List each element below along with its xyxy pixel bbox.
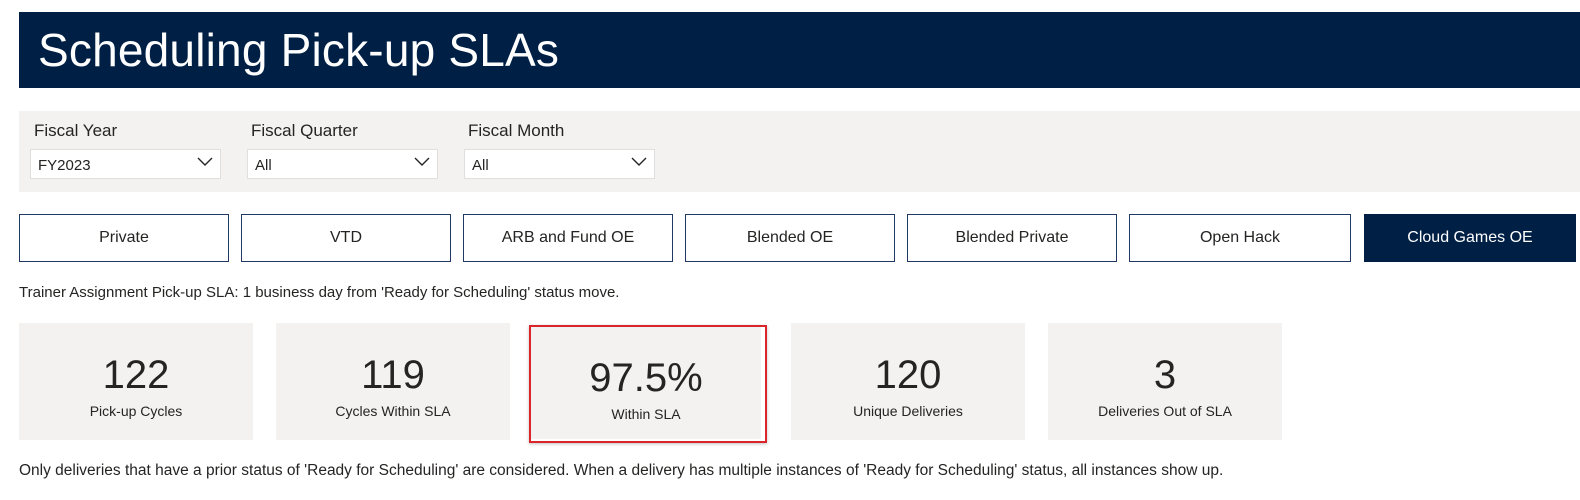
page-header: Scheduling Pick-up SLAs <box>19 12 1580 88</box>
chevron-down-icon <box>631 157 647 166</box>
fiscal-quarter-value: All <box>255 157 272 174</box>
footer-note: Only deliveries that have a prior status… <box>19 462 1224 479</box>
kpi-card-unique-deliveries: 120 Unique Deliveries <box>791 323 1025 440</box>
kpi-card-within-sla: 97.5% Within SLA <box>531 326 761 439</box>
filter-bar: Fiscal Year FY2023 Fiscal Quarter All Fi… <box>19 111 1580 192</box>
fiscal-year-dropdown[interactable]: FY2023 <box>30 149 221 179</box>
tab-arb-and-fund-oe[interactable]: ARB and Fund OE <box>463 214 673 262</box>
fiscal-month-label: Fiscal Month <box>468 121 565 140</box>
kpi-card-pickup-cycles: 122 Pick-up Cycles <box>19 323 253 440</box>
kpi-label: Cycles Within SLA <box>335 403 451 419</box>
kpi-label: Within SLA <box>611 406 681 422</box>
fiscal-year-label: Fiscal Year <box>34 121 118 140</box>
fiscal-month-dropdown[interactable]: All <box>464 149 655 179</box>
kpi-label: Deliveries Out of SLA <box>1098 403 1232 419</box>
fiscal-quarter-label: Fiscal Quarter <box>251 121 358 140</box>
chevron-down-icon <box>414 157 430 166</box>
tab-blended-private[interactable]: Blended Private <box>907 214 1117 262</box>
kpi-label: Pick-up Cycles <box>89 403 183 419</box>
kpi-value: 3 <box>1153 353 1177 397</box>
kpi-card-deliveries-out-of-sla: 3 Deliveries Out of SLA <box>1048 323 1282 440</box>
kpi-card-cycles-within-sla: 119 Cycles Within SLA <box>276 323 510 440</box>
fiscal-month-value: All <box>472 157 489 174</box>
kpi-value: 122 <box>102 353 170 397</box>
page-title: Scheduling Pick-up SLAs <box>38 24 560 76</box>
tab-vtd[interactable]: VTD <box>241 214 451 262</box>
kpi-value: 119 <box>361 353 425 397</box>
tab-cloud-games-oe[interactable]: Cloud Games OE <box>1364 214 1576 262</box>
chevron-down-icon <box>197 157 213 166</box>
fiscal-quarter-dropdown[interactable]: All <box>247 149 438 179</box>
sla-definition-note: Trainer Assignment Pick-up SLA: 1 busine… <box>19 284 620 301</box>
kpi-label: Unique Deliveries <box>853 403 963 419</box>
tab-private[interactable]: Private <box>19 214 229 262</box>
fiscal-year-value: FY2023 <box>38 157 91 174</box>
kpi-value: 120 <box>874 353 942 397</box>
tab-blended-oe[interactable]: Blended OE <box>685 214 895 262</box>
tab-open-hack[interactable]: Open Hack <box>1129 214 1351 262</box>
kpi-value: 97.5% <box>589 356 703 400</box>
